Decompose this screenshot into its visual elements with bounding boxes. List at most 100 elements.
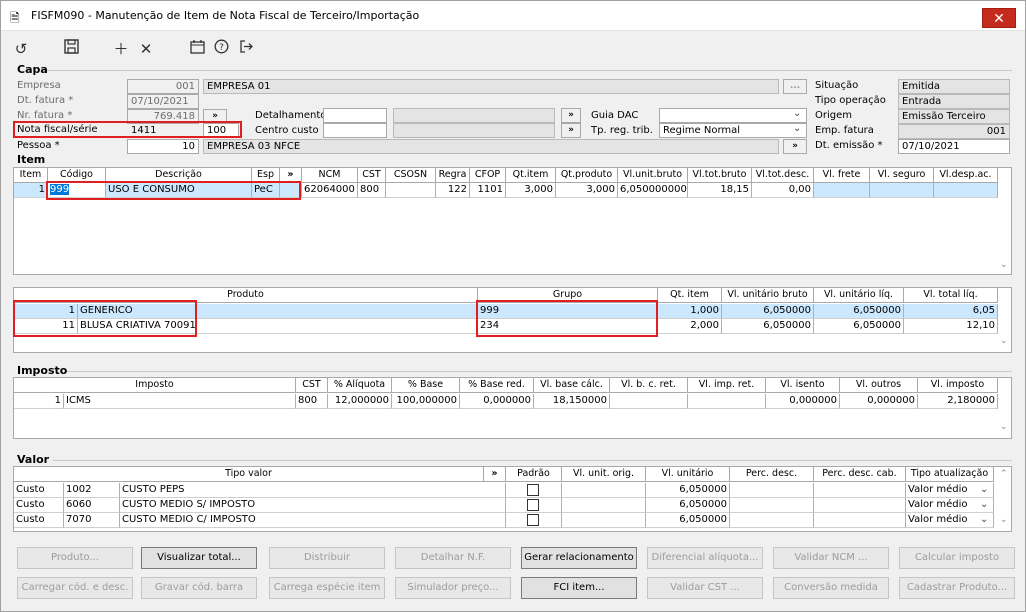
cadastrar-produto-button[interactable]: Cadastrar Produto... (899, 577, 1015, 599)
imposto-cell-base-red[interactable]: 0,000000 (460, 394, 534, 409)
valor-row1-desc[interactable]: CUSTO PEPS (120, 483, 506, 498)
calendar-icon[interactable] (187, 39, 207, 59)
produto-row1-qt[interactable]: 1,000 (658, 304, 722, 319)
carrega-esp-cie-item-button[interactable]: Carrega espécie item (269, 577, 385, 599)
col-header-expand[interactable]: » (280, 168, 302, 183)
col-header-qt-item[interactable]: Qt.item (506, 168, 556, 183)
valor-row2-perc-desc[interactable] (730, 498, 814, 513)
col-header-base[interactable]: % Base (392, 378, 460, 393)
col-header-csosn[interactable]: CSOSN (386, 168, 436, 183)
col-header-vl-bc-ret[interactable]: Vl. b. c. ret. (610, 378, 688, 393)
gerar-relacionamento-button[interactable]: Gerar relacionamento (521, 547, 637, 569)
item-cell-qt-produto[interactable]: 3,000 (556, 183, 618, 198)
calcular-imposto-button[interactable]: Calcular imposto (899, 547, 1015, 569)
valor-row3-padrao[interactable] (506, 513, 562, 528)
col-header-codigo[interactable]: Código (48, 168, 106, 183)
col-header-cst[interactable]: CST (358, 168, 386, 183)
exit-icon[interactable] (236, 39, 256, 59)
dt-emissao-field[interactable]: 07/10/2021 (898, 139, 1010, 154)
add-icon[interactable]: ＋ (111, 39, 131, 59)
produtos-scroll-down-icon[interactable]: ⌄ (1000, 336, 1008, 346)
valor-row1-vl-unit[interactable]: 6,050000 (646, 483, 730, 498)
valor-row2-tipo-atual[interactable]: Valor médio ⌄ (906, 498, 994, 513)
item-cell-vl-tot-bruto[interactable]: 18,15 (688, 183, 752, 198)
guia-dac-select[interactable] (659, 108, 807, 123)
valor-row2-desc[interactable]: CUSTO MEDIO S/ IMPOSTO (120, 498, 506, 513)
imposto-cell-vl-isento[interactable]: 0,000000 (766, 394, 840, 409)
valor-row3-perc-desc[interactable] (730, 513, 814, 528)
col-header-base-red[interactable]: % Base red. (460, 378, 534, 393)
imposto-cell-vl-bc-ret[interactable] (610, 394, 688, 409)
item-cell-cfop[interactable]: 1101 (470, 183, 506, 198)
produto-row2-vl-unit-liq[interactable]: 6,050000 (814, 319, 904, 334)
imposto-cell-name[interactable]: ICMS (64, 394, 296, 409)
col-header-qt-item-prod[interactable]: Qt. item (658, 288, 722, 303)
centro-custo-field[interactable] (323, 123, 387, 138)
col-header-aliquota[interactable]: % Alíquota (328, 378, 392, 393)
valor-row2-vl-unit[interactable]: 6,050000 (646, 498, 730, 513)
col-header-vl-base-calc[interactable]: Vl. base cálc. (534, 378, 610, 393)
detalhamento-expand-button[interactable]: » (561, 108, 581, 123)
tp-reg-select[interactable]: Regime Normal (659, 123, 807, 138)
centro-custo-expand-button[interactable]: » (561, 123, 581, 138)
item-cell-regra[interactable]: 122 (436, 183, 470, 198)
valor-row2-padrao[interactable] (506, 498, 562, 513)
item-cell-ncm[interactable]: 62064000 (302, 183, 358, 198)
col-header-vl-tot-desc[interactable]: Vl.tot.desc. (752, 168, 814, 183)
pessoa-expand-button[interactable]: » (783, 139, 807, 154)
nota-fiscal-field[interactable]: 1411 (127, 123, 199, 138)
produto-row1-code[interactable]: 1 (14, 304, 78, 319)
item-cell-codigo[interactable]: 999 (48, 183, 106, 198)
item-cell-expand[interactable] (280, 183, 302, 198)
col-header-vl-tot-bruto[interactable]: Vl.tot.bruto (688, 168, 752, 183)
imposto-cell-vl-outros[interactable]: 0,000000 (840, 394, 918, 409)
produto-row2-vl-unit-bruto[interactable]: 6,050000 (722, 319, 814, 334)
col-header-vl-isento[interactable]: Vl. isento (766, 378, 840, 393)
imposto-cell-base[interactable]: 100,000000 (392, 394, 460, 409)
valor-row3-vl-unit[interactable]: 6,050000 (646, 513, 730, 528)
empresa-lookup-button[interactable]: ... (783, 79, 807, 94)
valor-row3-tipo[interactable]: Custo (14, 513, 64, 528)
item-cell-esp[interactable]: PeC (252, 183, 280, 198)
valor-row3-desc[interactable]: CUSTO MEDIO C/ IMPOSTO (120, 513, 506, 528)
col-header-vl-total-liq[interactable]: Vl. total líq. (904, 288, 998, 303)
detalhar-n-f-button[interactable]: Detalhar N.F. (395, 547, 511, 569)
col-header-valor-expand[interactable]: » (484, 467, 506, 482)
produto-row2-qt[interactable]: 2,000 (658, 319, 722, 334)
col-header-vl-unitario[interactable]: Vl. unitário (646, 467, 730, 482)
produto-row1-vl-unit-liq[interactable]: 6,050000 (814, 304, 904, 319)
valor-row1-tipo[interactable]: Custo (14, 483, 64, 498)
col-header-perc-desc[interactable]: Perc. desc. (730, 467, 814, 482)
imposto-cell-vl-base-calc[interactable]: 18,150000 (534, 394, 610, 409)
valor-row1-padrao-checkbox[interactable] (527, 484, 539, 496)
col-header-vl-imp-ret[interactable]: Vl. imp. ret. (688, 378, 766, 393)
col-header-item[interactable]: Item (14, 168, 48, 183)
undo-icon[interactable]: ↺ (11, 39, 31, 59)
item-cell-vl-desp-ac[interactable] (934, 183, 998, 198)
valor-row2-vl-orig[interactable] (562, 498, 646, 513)
visualizar-total-button[interactable]: Visualizar total... (141, 547, 257, 569)
col-header-regra[interactable]: Regra (436, 168, 470, 183)
col-header-vl-seguro[interactable]: Vl. seguro (870, 168, 934, 183)
col-header-grupo[interactable]: Grupo (478, 288, 658, 303)
item-cell-vl-tot-desc[interactable]: 0,00 (752, 183, 814, 198)
valor-row2-perc-desc-cab[interactable] (814, 498, 906, 513)
col-header-tipo-atualizacao[interactable]: Tipo atualização (906, 467, 994, 482)
detalhamento-field[interactable] (323, 108, 387, 123)
valor-scroll-down-icon[interactable]: ⌄ (1000, 515, 1008, 525)
valor-row2-code[interactable]: 6060 (64, 498, 120, 513)
valor-scroll-up-icon[interactable]: ⌃ (1000, 469, 1008, 479)
close-button[interactable]: ✕ (982, 8, 1016, 28)
produto-row2-code[interactable]: 11 (14, 319, 78, 334)
valor-row2-padrao-checkbox[interactable] (527, 499, 539, 511)
valor-row3-padrao-checkbox[interactable] (527, 514, 539, 526)
produto-row2-vl-total[interactable]: 12,10 (904, 319, 998, 334)
col-header-vl-desp-ac[interactable]: Vl.desp.ac. (934, 168, 998, 183)
col-header-tipo-valor[interactable]: Tipo valor (14, 467, 484, 482)
col-header-vl-unit-bruto[interactable]: Vl.unit.bruto (618, 168, 688, 183)
col-header-vl-frete[interactable]: Vl. frete (814, 168, 870, 183)
col-header-esp[interactable]: Esp (252, 168, 280, 183)
item-cell-descricao[interactable]: USO E CONSUMO (106, 183, 252, 198)
validar-ncm-button[interactable]: Validar NCM ... (773, 547, 889, 569)
item-cell-item[interactable]: 1 (14, 183, 48, 198)
